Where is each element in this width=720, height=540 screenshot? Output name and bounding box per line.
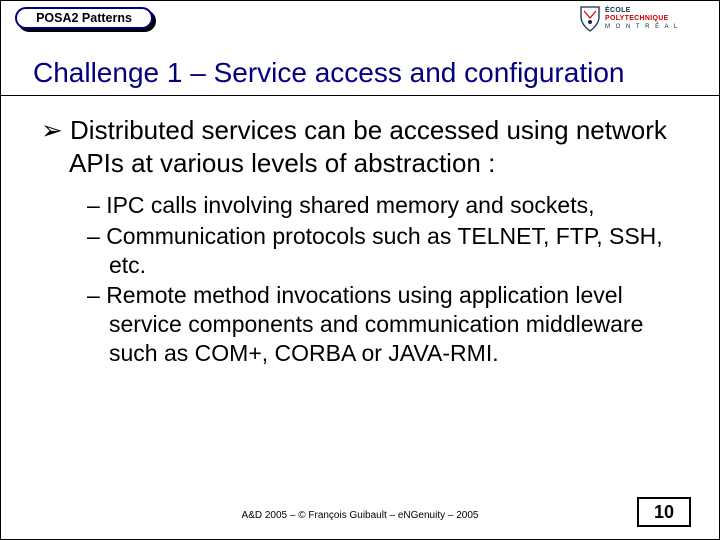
- bullet-level2: – Communication protocols such as TELNET…: [87, 222, 679, 280]
- slide-title: Challenge 1 – Service access and configu…: [1, 41, 719, 95]
- bullet-level1: ➢ Distributed services can be accessed u…: [41, 114, 679, 179]
- logo-text: ÉCOLE POLYTECHNIQUE M O N T R É A L: [605, 7, 679, 31]
- sub2: Remote method invocations using applicat…: [106, 282, 643, 366]
- title-rule: [1, 95, 719, 96]
- bullet-level2: – Remote method invocations using applic…: [87, 281, 679, 367]
- slide-content: ➢ Distributed services can be accessed u…: [1, 114, 719, 368]
- topic-badge: POSA2 Patterns: [15, 7, 153, 29]
- badge-container: POSA2 Patterns: [15, 7, 153, 29]
- bullet-level2: – IPC calls involving shared memory and …: [87, 191, 679, 220]
- sub0: IPC calls involving shared memory and so…: [106, 192, 594, 218]
- shield-icon: [579, 5, 601, 33]
- bullet1-text: Distributed services can be accessed usi…: [69, 115, 667, 178]
- logo-line3: M O N T R É A L: [605, 23, 679, 31]
- sub1: Communication protocols such as TELNET, …: [106, 223, 662, 278]
- page-number: 10: [637, 497, 691, 527]
- footer-credit: A&D 2005 – © François Guibault – eNGenui…: [242, 510, 479, 521]
- slide-header: POSA2 Patterns ÉCOLE POLYTECHNIQUE M O N…: [1, 1, 719, 41]
- logo-line2: POLYTECHNIQUE: [605, 15, 679, 23]
- school-logo: ÉCOLE POLYTECHNIQUE M O N T R É A L: [579, 5, 699, 35]
- slide-footer: A&D 2005 – © François Guibault – eNGenui…: [1, 497, 719, 527]
- logo-line1: ÉCOLE: [605, 7, 679, 15]
